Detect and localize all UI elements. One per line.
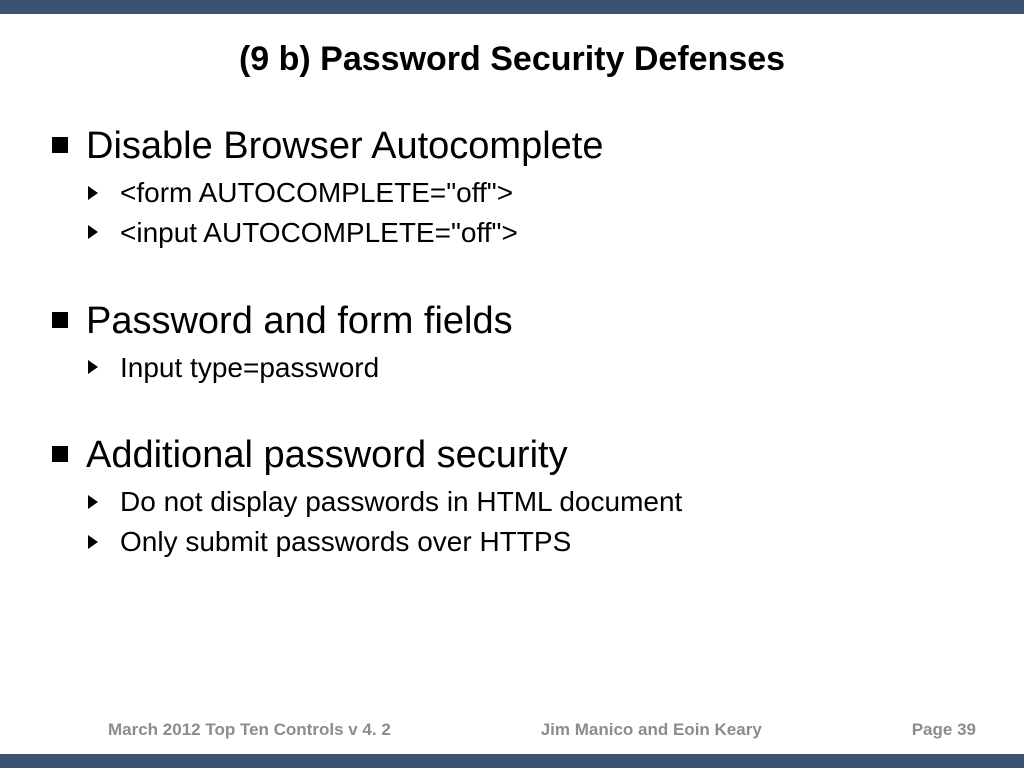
top-bar (0, 0, 1024, 14)
footer: March 2012 Top Ten Controls v 4. 2 Jim M… (0, 720, 1024, 740)
triangle-bullet-icon (88, 225, 98, 239)
subbullet-3-1-text: Do not display passwords in HTML documen… (120, 486, 682, 517)
triangle-bullet-icon (88, 360, 98, 374)
subbullet-1-2: <input AUTOCOMPLETE="off"> (88, 214, 984, 252)
triangle-bullet-icon (88, 186, 98, 200)
footer-right: Page 39 (912, 720, 976, 740)
bullet-1: Disable Browser Autocomplete (52, 125, 984, 168)
slide-content: Disable Browser Autocomplete <form AUTOC… (52, 125, 984, 561)
subbullet-3-2: Only submit passwords over HTTPS (88, 523, 984, 561)
slide: (9 b) Password Security Defenses Disable… (0, 0, 1024, 768)
square-bullet-icon (52, 312, 68, 328)
bullet-2-text: Password and form fields (86, 300, 513, 342)
bottom-bar (0, 754, 1024, 768)
subbullet-1-1-text: <form AUTOCOMPLETE="off"> (120, 177, 513, 208)
square-bullet-icon (52, 446, 68, 462)
bullet-2: Password and form fields (52, 300, 984, 343)
bullet-1-text: Disable Browser Autocomplete (86, 125, 603, 167)
square-bullet-icon (52, 137, 68, 153)
footer-left: March 2012 Top Ten Controls v 4. 2 (108, 720, 391, 740)
bullet-3: Additional password security (52, 434, 984, 477)
bullet-3-text: Additional password security (86, 434, 568, 476)
triangle-bullet-icon (88, 535, 98, 549)
subbullet-2-1: Input type=password (88, 349, 984, 387)
subbullet-3-2-text: Only submit passwords over HTTPS (120, 526, 571, 557)
subbullet-2-1-text: Input type=password (120, 352, 379, 383)
subbullet-3-1: Do not display passwords in HTML documen… (88, 483, 984, 521)
footer-center: Jim Manico and Eoin Keary (541, 720, 762, 740)
slide-title: (9 b) Password Security Defenses (0, 40, 1024, 79)
subbullet-1-1: <form AUTOCOMPLETE="off"> (88, 174, 984, 212)
subbullet-1-2-text: <input AUTOCOMPLETE="off"> (120, 217, 518, 248)
triangle-bullet-icon (88, 495, 98, 509)
